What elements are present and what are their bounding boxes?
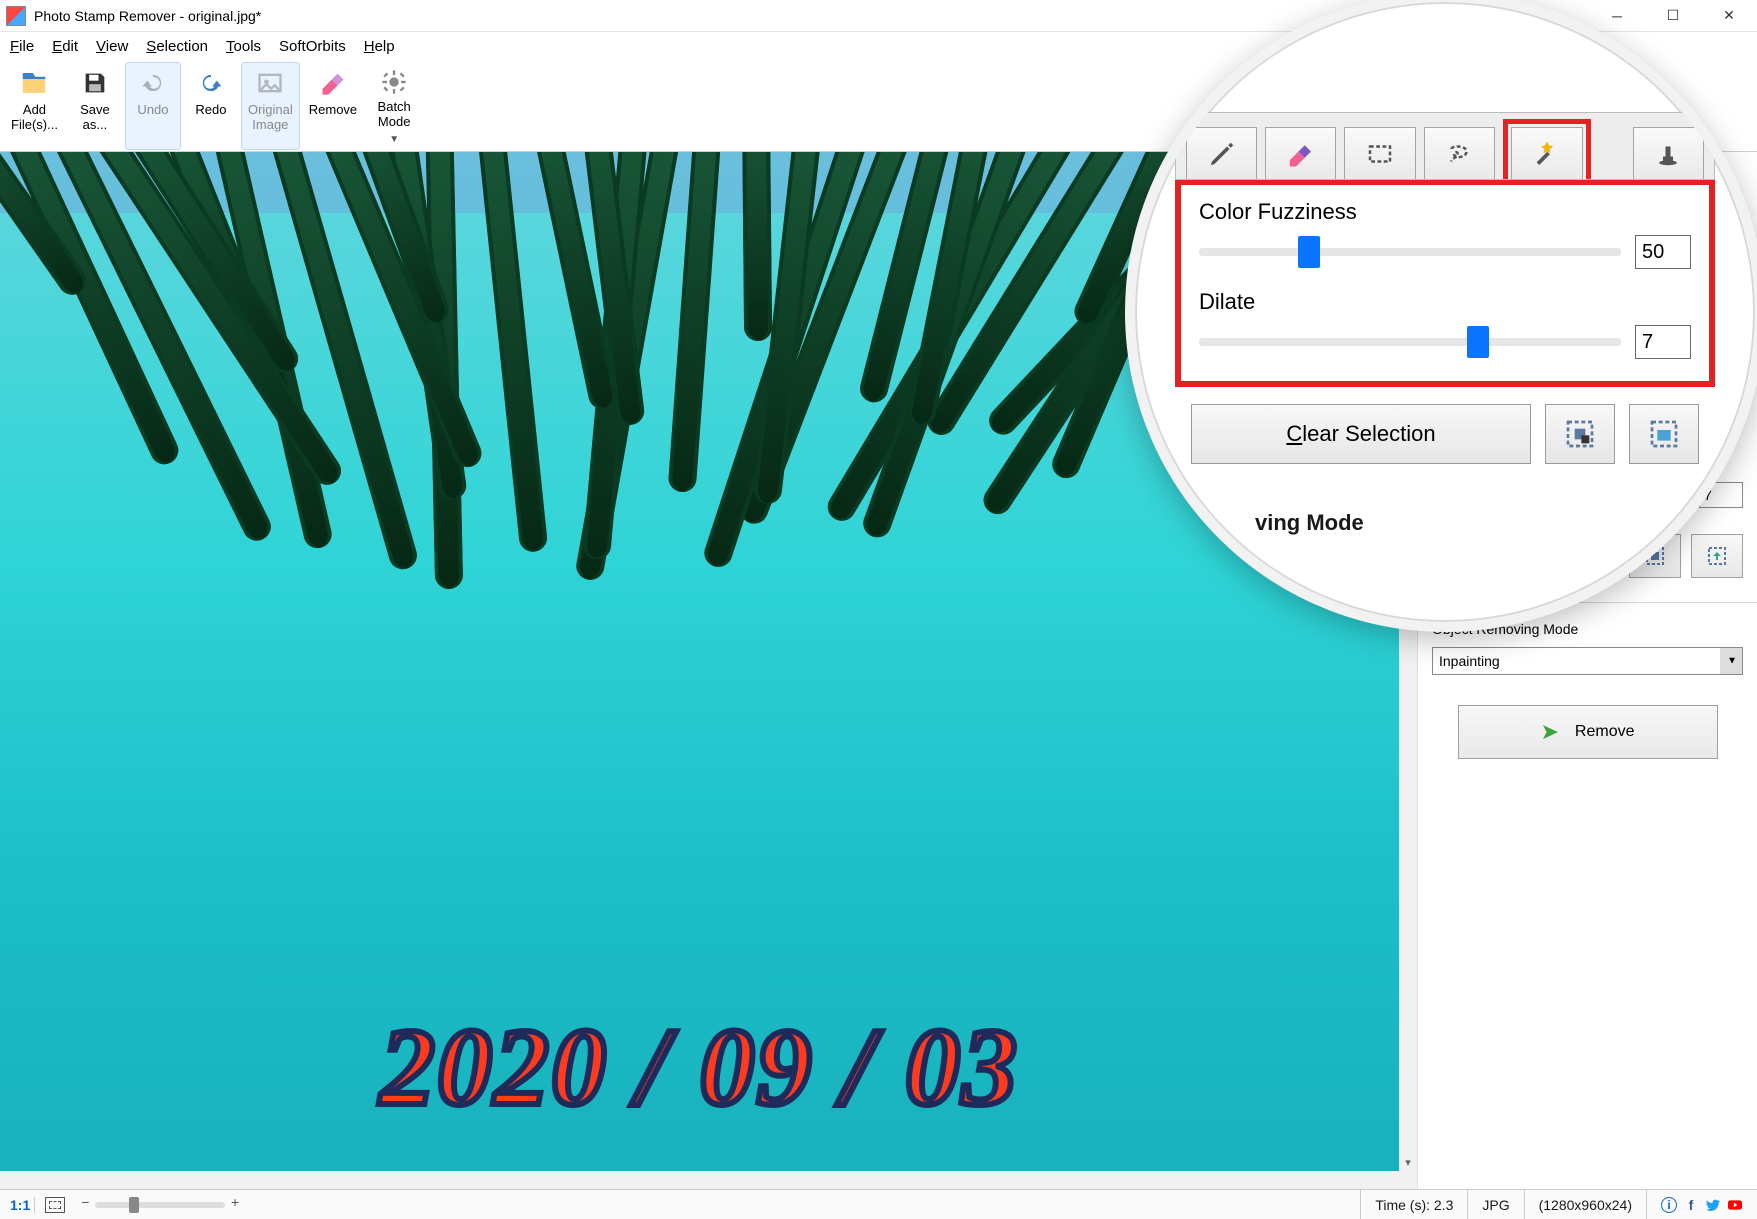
tab-rect-select[interactable] (1344, 127, 1415, 179)
chevron-down-icon: ▼ (389, 134, 399, 145)
status-time: Time (s): 2.3 (1360, 1190, 1467, 1219)
toolbar-label: Remove (309, 103, 357, 118)
tab-eraser[interactable] (1265, 127, 1336, 179)
palm-leaf (475, 152, 548, 553)
menu-view[interactable]: View (96, 38, 128, 55)
callout-buttons: Clear Selection (1191, 404, 1699, 464)
status-bar: 1:1 Time (s): 2.3 JPG (1280x960x24) i f (0, 1189, 1757, 1219)
tab-magic-wand[interactable] (1511, 127, 1583, 179)
image-date-stamp: 2020 / 09 / 03 (380, 1004, 1019, 1131)
tab-pencil[interactable] (1186, 127, 1257, 179)
toolbar-label: File(s)... (11, 118, 58, 133)
save-icon (79, 67, 111, 99)
gear-icon (378, 67, 410, 96)
toolbar-label: Save (80, 103, 110, 118)
remove-button[interactable]: Remove (302, 62, 364, 150)
callout-mode-label-partial: ving Mode (1255, 510, 1364, 536)
dilate-label: Dilate (1199, 289, 1691, 315)
original-image-button[interactable]: Original Image (241, 62, 300, 150)
tab-lasso-select[interactable] (1424, 127, 1495, 179)
toolbar-label: as... (83, 118, 108, 133)
horizontal-scrollbar[interactable] (0, 1171, 1399, 1189)
dilate-value[interactable] (1635, 325, 1691, 359)
app-icon (6, 6, 26, 26)
original-image-icon (254, 67, 286, 99)
palm-leaf (742, 152, 772, 341)
status-social: i f (1646, 1190, 1757, 1219)
mode-select[interactable] (1432, 647, 1743, 675)
add-files-button[interactable]: Add File(s)... (4, 62, 65, 150)
color-fuzziness-value[interactable] (1635, 235, 1691, 269)
info-icon[interactable]: i (1661, 1197, 1677, 1213)
toolbar-label: Batch (378, 100, 411, 115)
batch-mode-button[interactable]: Batch Mode ▼ (366, 62, 422, 150)
fit-to-screen-button[interactable] (45, 1197, 65, 1213)
tab-magic-wand-highlight (1503, 119, 1591, 179)
scroll-corner (1399, 1171, 1417, 1189)
menu-help[interactable]: Help (364, 38, 395, 55)
zoom-1to1-button[interactable]: 1:1 (6, 1197, 35, 1213)
facebook-icon[interactable]: f (1683, 1197, 1699, 1213)
magnifier-callout: Color Fuzziness Dilate Clear Selection v… (1125, 0, 1757, 632)
toolbar-label: Mode (378, 115, 411, 130)
redo-button[interactable]: Redo (183, 62, 239, 150)
menu-file[interactable]: File (10, 38, 34, 55)
toolbar-label: Redo (195, 103, 226, 118)
menu-edit[interactable]: Edit (52, 38, 78, 55)
undo-button[interactable]: Undo (125, 62, 181, 150)
menu-softorbits[interactable]: SoftOrbits (279, 38, 346, 55)
status-dimensions: (1280x960x24) (1524, 1190, 1646, 1219)
arrow-right-icon: ➤ (1540, 719, 1558, 745)
scroll-down-icon[interactable]: ▾ (1399, 1153, 1417, 1171)
color-fuzziness-slider[interactable] (1199, 248, 1621, 256)
save-as-button[interactable]: Save as... (67, 62, 123, 150)
eraser-icon (317, 67, 349, 99)
youtube-icon[interactable] (1727, 1197, 1743, 1213)
redo-icon (195, 67, 227, 99)
callout-tool-tabs (1175, 112, 1715, 180)
color-fuzziness-label: Color Fuzziness (1199, 199, 1691, 225)
undo-icon (137, 67, 169, 99)
dilate-slider[interactable] (1199, 338, 1621, 346)
zoom-slider[interactable] (95, 1202, 225, 1208)
clear-selection-button[interactable]: Clear Selection (1191, 404, 1531, 464)
menu-tools[interactable]: Tools (226, 38, 261, 55)
palm-leaf (668, 152, 723, 493)
twitter-icon[interactable] (1705, 1197, 1721, 1213)
toolbar-label: Undo (137, 103, 168, 118)
load-selection-button-large[interactable] (1629, 404, 1699, 464)
toolbar-label: Original (248, 103, 293, 118)
remove-button-label: Remove (1575, 723, 1635, 741)
save-selection-button-large[interactable] (1545, 404, 1615, 464)
status-format: JPG (1467, 1190, 1523, 1219)
toolbar-label: Add (23, 103, 46, 118)
callout-panel: Color Fuzziness Dilate (1175, 180, 1715, 387)
toolbar-label: Image (252, 118, 288, 133)
tab-clone-stamp[interactable] (1633, 127, 1704, 179)
add-files-icon (18, 67, 50, 99)
panel-remove-button[interactable]: ➤ Remove (1458, 705, 1718, 759)
menu-selection[interactable]: Selection (146, 38, 208, 55)
